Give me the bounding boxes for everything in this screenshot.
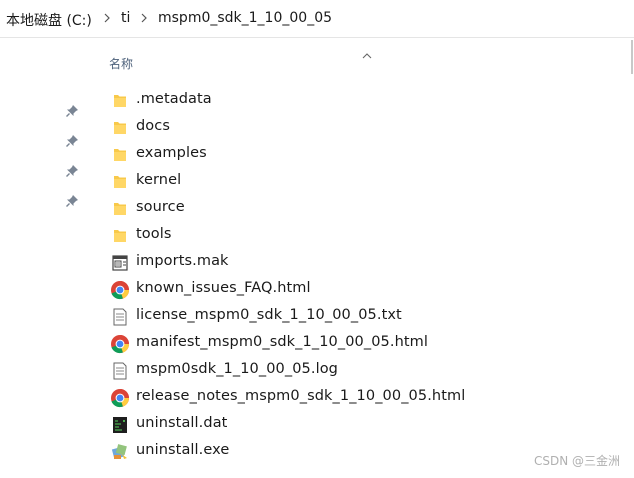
list-item[interactable]: kernel <box>0 168 634 195</box>
address-bar[interactable]: 本地磁盘 (C:) ti mspm0_sdk_1_10_00_05 <box>0 0 634 38</box>
list-item[interactable]: known_issues_FAQ.html <box>0 276 634 303</box>
list-item[interactable]: .metadata <box>0 87 634 114</box>
chrome-html-icon <box>110 280 130 300</box>
file-name: manifest_mspm0_sdk_1_10_00_05.html <box>136 334 428 350</box>
file-name: uninstall.dat <box>136 415 228 431</box>
sort-ascending-icon <box>362 44 372 59</box>
list-item[interactable]: uninstall.dat <box>0 411 634 438</box>
list-item[interactable]: examples <box>0 141 634 168</box>
list-item[interactable]: imports.mak <box>0 249 634 276</box>
column-header-bar <box>0 38 634 78</box>
chrome-html-icon <box>110 388 130 408</box>
column-header-name[interactable]: 名称 <box>109 55 133 72</box>
file-name: known_issues_FAQ.html <box>136 280 311 296</box>
folder-icon <box>110 145 130 165</box>
file-name: release_notes_mspm0_sdk_1_10_00_05.html <box>136 388 466 404</box>
file-name: imports.mak <box>136 253 229 269</box>
breadcrumb-drive[interactable]: 本地磁盘 (C:) <box>6 10 92 30</box>
watermark: CSDN @三金洲 <box>533 454 620 468</box>
folder-icon <box>110 199 130 219</box>
folder-icon <box>110 226 130 246</box>
folder-icon <box>110 172 130 192</box>
breadcrumb-sdk-folder[interactable]: mspm0_sdk_1_10_00_05 <box>158 10 332 26</box>
file-name: source <box>136 199 185 215</box>
file-name: mspm0sdk_1_10_00_05.log <box>136 361 338 377</box>
file-name: examples <box>136 145 207 161</box>
file-name: uninstall.exe <box>136 442 230 458</box>
text-file-icon <box>110 307 130 327</box>
folder-icon <box>110 118 130 138</box>
list-item[interactable]: manifest_mspm0_sdk_1_10_00_05.html <box>0 330 634 357</box>
list-item[interactable]: source <box>0 195 634 222</box>
file-name: kernel <box>136 172 182 188</box>
file-name: .metadata <box>136 91 212 107</box>
list-item[interactable]: mspm0sdk_1_10_00_05.log <box>0 357 634 384</box>
chevron-right-icon[interactable] <box>102 10 112 26</box>
chevron-right-icon[interactable] <box>139 10 149 26</box>
list-item[interactable]: docs <box>0 114 634 141</box>
list-item[interactable]: release_notes_mspm0_sdk_1_10_00_05.html <box>0 384 634 411</box>
list-item[interactable]: license_mspm0_sdk_1_10_00_05.txt <box>0 303 634 330</box>
scrollbar-thumb[interactable] <box>631 40 633 74</box>
text-file-icon <box>110 361 130 381</box>
list-item[interactable]: tools <box>0 222 634 249</box>
mak-file-icon <box>110 253 130 273</box>
breadcrumb-ti[interactable]: ti <box>121 10 130 26</box>
file-name: license_mspm0_sdk_1_10_00_05.txt <box>136 307 402 323</box>
dat-file-icon <box>110 415 130 435</box>
exe-file-icon <box>110 442 130 462</box>
folder-icon <box>110 91 130 111</box>
file-name: tools <box>136 226 172 242</box>
chrome-html-icon <box>110 334 130 354</box>
file-name: docs <box>136 118 171 134</box>
